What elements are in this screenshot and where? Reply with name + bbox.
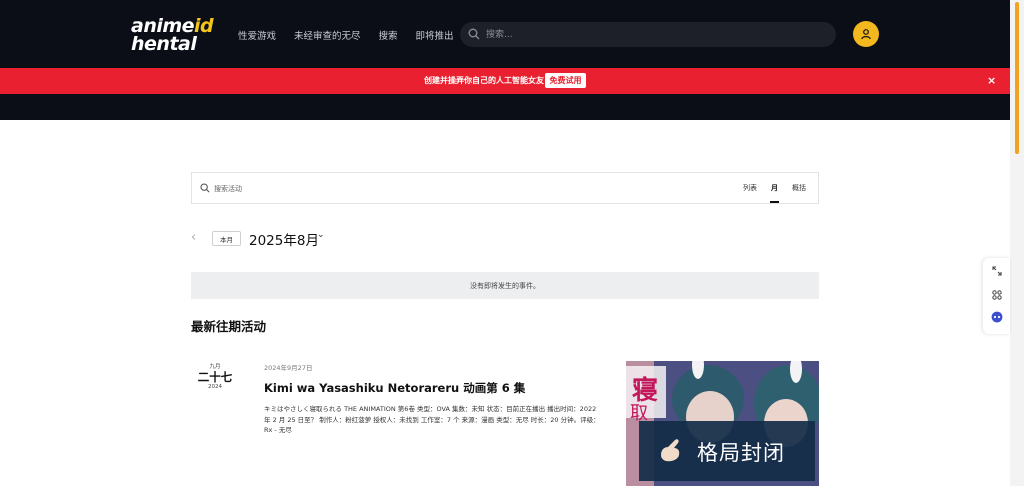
chevron-left-icon[interactable]: ‹ xyxy=(191,230,196,245)
badge-year: 2024 xyxy=(208,384,222,390)
view-switcher: 列表 月 概括 xyxy=(743,173,806,203)
closed-overlay[interactable]: 格局封闭 xyxy=(639,421,815,481)
no-events-notice: 没有即将发生的事件。 xyxy=(191,272,819,299)
svg-text:寝: 寝 xyxy=(632,375,658,406)
event-description: キミはやさしく寝取られる THE ANIMATION 第6卷 类型：OVA 集数… xyxy=(264,405,600,434)
overlay-text: 格局封闭 xyxy=(697,441,785,465)
event-title-link[interactable]: Kimi wa Yasashiku Netorareru 动画第 6 集 xyxy=(264,380,525,396)
header-search-input[interactable] xyxy=(486,27,816,42)
search-icon xyxy=(468,28,480,40)
view-month[interactable]: 月 xyxy=(770,173,779,203)
scrollbar-thumb[interactable] xyxy=(1015,2,1019,154)
nav-item-coming-soon[interactable]: 即将推出 xyxy=(416,28,454,42)
user-icon xyxy=(861,29,871,40)
past-events-heading: 最新往期活动 xyxy=(191,319,267,334)
badge-month: 九月 xyxy=(209,364,221,370)
hand-icon xyxy=(661,439,680,462)
site-logo[interactable]: animeid hental xyxy=(131,16,221,56)
events-search-bar: 列表 月 概括 xyxy=(191,172,819,204)
this-month-button[interactable]: 本月 xyxy=(212,231,241,246)
user-account-button[interactable] xyxy=(853,21,879,47)
view-list[interactable]: 列表 xyxy=(743,173,757,203)
events-search-input[interactable] xyxy=(214,182,514,196)
site-header: animeid hental 性爱游戏 未经审查的无尽 搜索 即将推出 xyxy=(0,0,1010,120)
badge-day: 二十七 xyxy=(197,370,233,384)
promo-text: 创建并操弄你自己的人工智能女友 xyxy=(424,76,544,85)
main-nav: 性爱游戏 未经审查的无尽 搜索 即将推出 xyxy=(238,28,454,42)
logo-line1-accent: id xyxy=(194,15,214,37)
month-title[interactable]: 2025年8月 xyxy=(249,229,319,249)
floating-toolbar xyxy=(983,258,1010,334)
chevron-down-icon[interactable]: ⌄ xyxy=(317,230,325,240)
view-summary[interactable]: 概括 xyxy=(792,173,806,203)
assistant-icon[interactable] xyxy=(991,311,1003,323)
header-search xyxy=(460,22,836,47)
event-date-badge: 九月 二十七 2024 xyxy=(191,362,239,390)
nav-item-search[interactable]: 搜索 xyxy=(379,28,398,42)
nav-item-sex-games[interactable]: 性爱游戏 xyxy=(238,28,276,42)
free-trial-button[interactable]: 免费试用 xyxy=(545,73,586,88)
promo-banner: 创建并操弄你自己的人工智能女友 免费试用 × xyxy=(0,68,1010,94)
logo-line2: hental xyxy=(131,33,197,55)
close-icon[interactable]: × xyxy=(987,74,996,87)
expand-icon[interactable] xyxy=(991,265,1003,277)
event-date: 2024年9月27日 xyxy=(264,364,313,372)
apps-grid-icon[interactable] xyxy=(991,289,1003,301)
nav-item-uncensored[interactable]: 未经审查的无尽 xyxy=(294,28,361,42)
search-icon xyxy=(200,183,210,193)
